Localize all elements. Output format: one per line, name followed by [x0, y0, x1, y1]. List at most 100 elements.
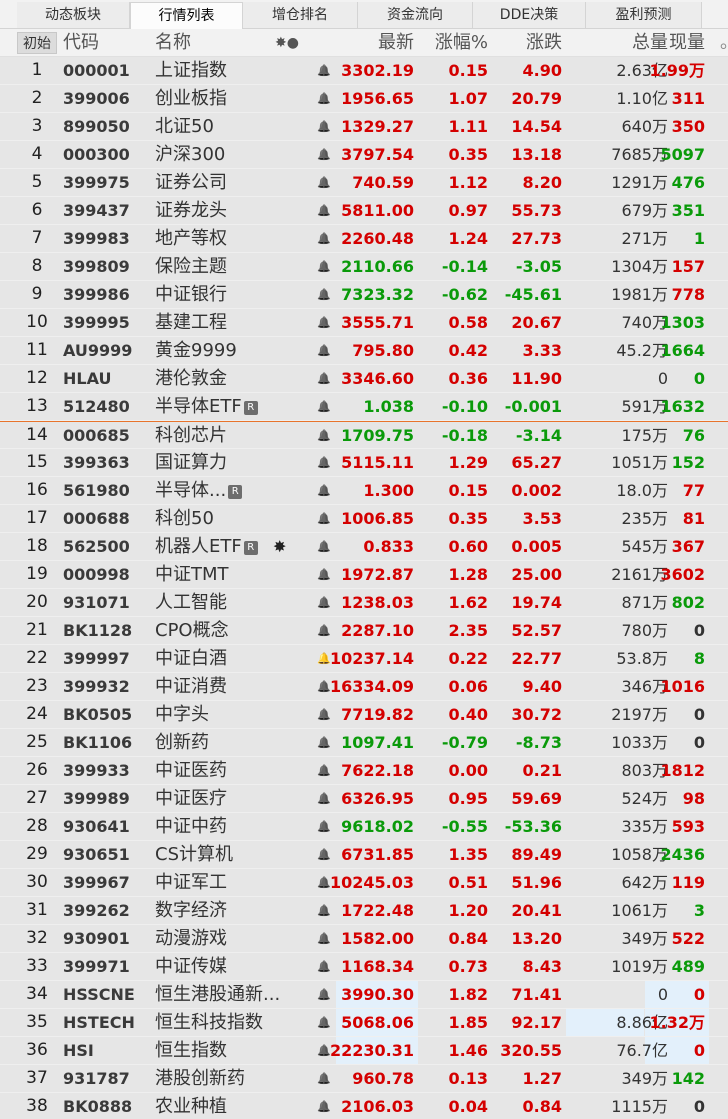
alert-bell-icon[interactable]: 🔔	[312, 422, 336, 449]
security-name[interactable]: 恒生科技指数	[155, 1009, 263, 1036]
init-sort-button[interactable]: 初始	[17, 32, 57, 54]
security-code[interactable]: 000300	[63, 141, 130, 168]
table-row[interactable]: 27 399989 中证医疗 🔔 6326.95 0.95 59.69 524万 98	[0, 785, 728, 813]
security-name[interactable]: 上证指数	[155, 57, 227, 84]
security-code[interactable]: AU9999	[63, 337, 132, 364]
security-code[interactable]: 000688	[63, 505, 130, 532]
security-name[interactable]: 人工智能	[155, 589, 227, 616]
security-name[interactable]: 中证传媒	[155, 953, 227, 980]
table-row[interactable]: 28 930641 中证中药 🔔 9618.02 -0.55 -53.36 335万 593	[0, 813, 728, 841]
table-row[interactable]: 17 000688 科创50 🔔 1006.85 0.35 3.53 235万 81	[0, 505, 728, 533]
security-code[interactable]: BK1128	[63, 617, 132, 644]
tab-dynamic-sector[interactable]: 动态板块	[17, 2, 130, 28]
security-code[interactable]: BK0505	[63, 701, 132, 728]
alert-bell-icon[interactable]: 🔔	[312, 981, 336, 1008]
security-name[interactable]: 保险主题	[155, 253, 227, 280]
security-name[interactable]: 北证50	[155, 113, 214, 140]
alert-bell-icon[interactable]: 🔔	[312, 225, 336, 252]
table-row[interactable]: 16 561980 半导体... R 🔔 1.300 0.15 0.002 18.0万 77	[0, 477, 728, 505]
alert-bell-icon[interactable]: 🔔	[312, 393, 336, 420]
security-code[interactable]: 399997	[63, 645, 130, 672]
table-row[interactable]: 32 930901 动漫游戏 🔔 1582.00 0.84 13.20 349万 522	[0, 925, 728, 953]
security-name[interactable]: 中证银行	[155, 281, 227, 308]
tab-fund-flow[interactable]: 资金流向	[358, 2, 473, 28]
security-name[interactable]: 证券龙头	[155, 197, 227, 224]
table-row[interactable]: 15 399363 国证算力 🔔 5115.11 1.29 65.27 1051万 152	[0, 449, 728, 477]
security-code[interactable]: 899050	[63, 113, 130, 140]
security-code[interactable]: HLAU	[63, 365, 111, 392]
security-name[interactable]: 港伦敦金	[155, 365, 227, 392]
alert-bell-icon[interactable]: 🔔	[312, 617, 336, 644]
alert-bell-icon[interactable]: 🔔	[312, 505, 336, 532]
alert-bell-icon[interactable]: 🔔	[312, 953, 336, 980]
table-row[interactable]: 33 399971 中证传媒 🔔 1168.34 0.73 8.43 1019万 489	[0, 953, 728, 981]
alert-bell-icon[interactable]: 🔔	[312, 589, 336, 616]
table-row[interactable]: 11 AU9999 黄金9999 🔔 795.80 0.42 3.33 45.2万 1664	[0, 337, 728, 365]
security-code[interactable]: 930901	[63, 925, 130, 952]
security-name[interactable]: 科创芯片	[155, 422, 227, 449]
security-name[interactable]: 中证消费	[155, 673, 227, 700]
alert-bell-icon[interactable]: 🔔	[312, 57, 336, 84]
alert-bell-icon[interactable]: 🔔	[312, 561, 336, 588]
alert-bell-icon[interactable]: 🔔	[312, 141, 336, 168]
table-row[interactable]: 3 899050 北证50 🔔 1329.27 1.11 14.54 640万 350	[0, 113, 728, 141]
security-code[interactable]: 000998	[63, 561, 130, 588]
alert-bell-icon[interactable]: 🔔	[312, 701, 336, 728]
alert-bell-icon[interactable]: 🔔	[312, 337, 336, 364]
security-name[interactable]: 中证军工	[155, 869, 227, 896]
security-name[interactable]: 中证白酒	[155, 645, 227, 672]
security-name[interactable]: 中证中药	[155, 813, 227, 840]
security-name[interactable]: 证券公司	[155, 169, 227, 196]
security-name[interactable]: 科创50	[155, 505, 214, 532]
security-name[interactable]: 黄金9999	[155, 337, 237, 364]
table-row[interactable]: 30 399967 中证军工 🔔 10245.03 0.51 51.96 642万 119	[0, 869, 728, 897]
security-name[interactable]: 中证TMT	[155, 561, 229, 588]
security-code[interactable]: 399262	[63, 897, 130, 924]
security-code[interactable]: HSI	[63, 1037, 94, 1064]
security-code[interactable]: 930651	[63, 841, 130, 868]
alert-bell-icon[interactable]: 🔔	[312, 925, 336, 952]
header-current[interactable]: 现量	[669, 29, 705, 57]
table-row[interactable]: 9 399986 中证银行 🔔 7323.32 -0.62 -45.61 1981万 778	[0, 281, 728, 309]
table-row[interactable]: 2 399006 创业板指 🔔 1956.65 1.07 20.79 1.10亿 311	[0, 85, 728, 113]
alert-bell-icon[interactable]: 🔔	[312, 281, 336, 308]
alert-bell-icon[interactable]: 🔔	[312, 253, 336, 280]
security-code[interactable]: 399363	[63, 449, 130, 476]
table-row[interactable]: 10 399995 基建工程 🔔 3555.71 0.58 20.67 740万 1303	[0, 309, 728, 337]
tab-position-rank[interactable]: 增仓排名	[243, 2, 358, 28]
table-row[interactable]: 37 931787 港股创新药 🔔 960.78 0.13 1.27 349万 142	[0, 1065, 728, 1093]
security-name[interactable]: 中字头	[155, 701, 209, 728]
alert-bell-icon[interactable]: 🔔	[312, 1009, 336, 1036]
table-row[interactable]: 21 BK1128 CPO概念 🔔 2287.10 2.35 52.57 780万 0	[0, 617, 728, 645]
table-row[interactable]: 12 HLAU 港伦敦金 🔔 3346.60 0.36 11.90 0 0	[0, 365, 728, 393]
tab-dde-decision[interactable]: DDE决策	[473, 2, 586, 28]
table-row[interactable]: 29 930651 CS计算机 🔔 6731.85 1.35 89.49 1058万 2436	[0, 841, 728, 869]
alert-bell-icon[interactable]: 🔔	[312, 1065, 336, 1092]
alert-bell-icon[interactable]: 🔔	[312, 785, 336, 812]
alert-bell-icon[interactable]: 🔔	[312, 365, 336, 392]
security-code[interactable]: 000001	[63, 57, 130, 84]
header-price[interactable]: 最新	[378, 29, 414, 57]
table-row[interactable]: 8 399809 保险主题 🔔 2110.66 -0.14 -3.05 1304万 157	[0, 253, 728, 281]
security-code[interactable]: 562500	[63, 533, 130, 560]
alert-bell-icon[interactable]: 🔔	[312, 813, 336, 840]
security-name[interactable]: CPO概念	[155, 617, 229, 644]
alert-bell-icon[interactable]: 🔔	[312, 309, 336, 336]
alert-bell-icon[interactable]: 🔔	[312, 169, 336, 196]
security-code[interactable]: 561980	[63, 477, 130, 504]
security-name[interactable]: CS计算机	[155, 841, 233, 868]
security-code[interactable]: BK1106	[63, 729, 132, 756]
security-code[interactable]: 399437	[63, 197, 130, 224]
alert-bell-icon[interactable]: 🔔	[312, 85, 336, 112]
alert-bell-icon[interactable]: 🔔	[312, 197, 336, 224]
table-row[interactable]: 23 399932 中证消费 🔔 16334.09 0.06 9.40 346万 1016	[0, 673, 728, 701]
table-row[interactable]: 18 562500 机器人ETF R ✸ 🔔 0.833 0.60 0.005 545万 367	[0, 533, 728, 561]
table-row[interactable]: 35 HSTECH 恒生科技指数 🔔 5068.06 1.85 92.17 8.86亿 1.32…	[0, 1009, 728, 1037]
security-code[interactable]: 399933	[63, 757, 130, 784]
alert-bell-icon[interactable]: 🔔	[312, 729, 336, 756]
security-name[interactable]: 恒生指数	[155, 1037, 227, 1064]
security-name[interactable]: 基建工程	[155, 309, 227, 336]
alert-bell-icon[interactable]: 🔔	[312, 449, 336, 476]
tab-profit-forecast[interactable]: 盈利预测	[586, 2, 702, 28]
table-row[interactable]: 5 399975 证券公司 🔔 740.59 1.12 8.20 1291万 476	[0, 169, 728, 197]
